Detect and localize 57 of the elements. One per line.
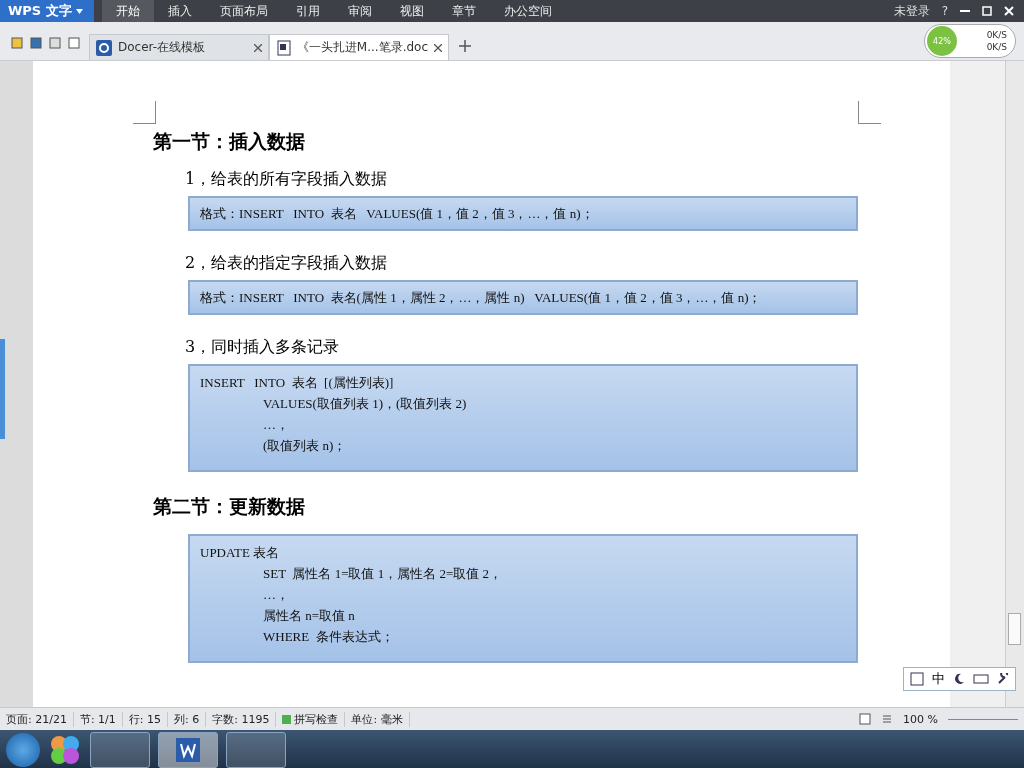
document-icon <box>276 39 291 56</box>
ime-mode-button[interactable]: 中 <box>932 670 945 688</box>
close-icon[interactable] <box>434 43 442 52</box>
login-link[interactable]: 未登录 <box>893 2 930 20</box>
app-icon[interactable] <box>48 733 82 767</box>
docer-logo-icon <box>96 39 112 56</box>
code-line: 格式：INSERT INTO 表名 VALUES(值 1，值 2，值 3，…，值 n)； <box>200 205 595 223</box>
margin-corner-mark <box>858 101 881 124</box>
code-line: (取值列表 n)； <box>262 437 348 455</box>
status-item: 字数: 1195 <box>212 711 277 727</box>
document-tab[interactable]: Docer-在线模板 <box>89 34 269 60</box>
section-heading: 第一节：插入数据 <box>153 129 306 154</box>
status-item: 页面: 21/21 <box>6 711 74 727</box>
code-line: 属性名 n=取值 n <box>262 607 356 625</box>
code-line: VALUES(取值列表 1)，(取值列表 2) <box>262 395 468 413</box>
taskbar-button[interactable] <box>90 732 150 768</box>
ribbon-tab[interactable]: 引用 <box>282 0 334 23</box>
page-view-icon[interactable] <box>859 713 872 725</box>
maximize-icon[interactable] <box>982 6 992 16</box>
code-line: …， <box>262 586 290 604</box>
status-item: 节: 1/1 <box>79 711 123 727</box>
subheading: 2，给表的指定字段插入数据 <box>185 253 389 274</box>
subheading: 3，同时插入多条记录 <box>185 337 341 358</box>
ribbon-tab[interactable]: 插入 <box>154 0 206 23</box>
status-item: 列: 6 <box>174 711 207 727</box>
ribbon-tab[interactable]: 视图 <box>386 0 438 23</box>
caret-icon <box>75 8 83 14</box>
taskbar-button[interactable] <box>158 732 218 768</box>
new-tab-icon[interactable] <box>459 40 471 52</box>
scrollbar-thumb[interactable] <box>1008 613 1021 645</box>
help-button[interactable]: ? <box>941 4 948 18</box>
margin-corner-mark <box>133 101 156 124</box>
ribbon-tab[interactable]: 页面布局 <box>206 0 282 23</box>
code-line: 格式：INSERT INTO 表名(属性 1，属性 2，…，属性 n) VALUES(值 1，值 2，值 3，…，值 n)； <box>200 289 763 307</box>
code-line: INSERT INTO 表名 [(属性列表)] <box>200 374 395 392</box>
code-line: …， <box>262 416 290 434</box>
unit-label: 单位: 毫米 <box>351 711 410 727</box>
network-speed-widget: 42% 0K/S 0K/S <box>924 24 1016 58</box>
code-line: UPDATE 表名 <box>200 544 281 562</box>
zoom-level: 100 % <box>903 712 938 726</box>
ribbon-tab[interactable]: 办公空间 <box>490 0 566 23</box>
ribbon-tab[interactable]: 开始 <box>102 0 154 23</box>
code-line: SET 属性名 1=取值 1，属性名 2=取值 2， <box>262 565 504 583</box>
code-line: WHERE 条件表达式； <box>262 628 395 646</box>
document-tab[interactable]: 《一头扎进M...笔录.doc <box>269 34 449 60</box>
app-menu-button[interactable]: WPS 文字 <box>0 0 94 22</box>
ribbon-tab[interactable]: 章节 <box>438 0 490 23</box>
taskbar-button[interactable] <box>226 732 286 768</box>
spell-check-toggle[interactable]: 拼写检查 <box>282 711 346 727</box>
status-item: 行: 15 <box>128 711 168 727</box>
close-icon[interactable] <box>254 43 262 52</box>
subheading: 1，给表的所有字段插入数据 <box>185 169 389 190</box>
writer-app-icon <box>176 738 200 762</box>
start-button[interactable] <box>6 733 40 767</box>
moon-icon[interactable] <box>953 673 965 685</box>
section-heading: 第二节：更新数据 <box>153 494 306 519</box>
ribbon-tab[interactable]: 审阅 <box>334 0 386 23</box>
